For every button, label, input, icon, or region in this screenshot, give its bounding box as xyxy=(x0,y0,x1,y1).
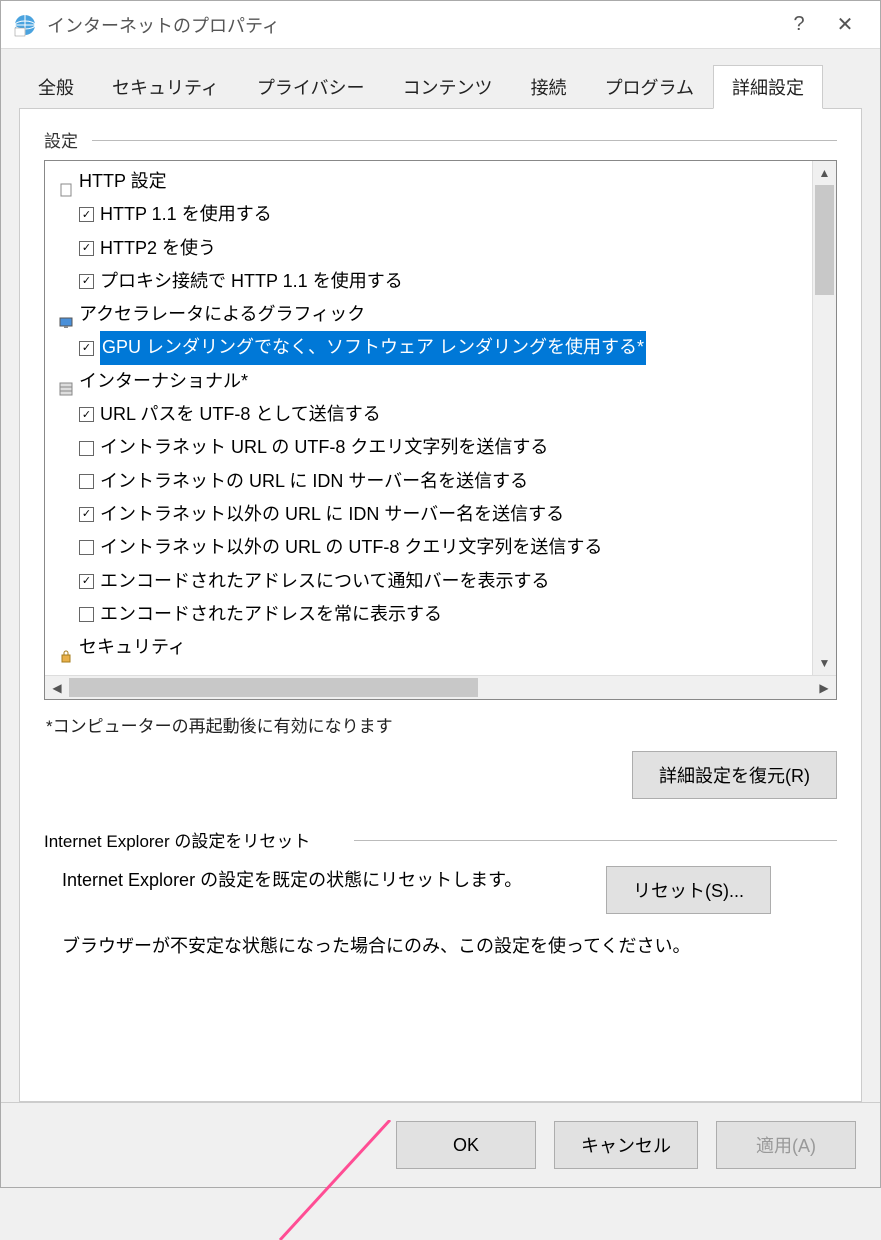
tree-item[interactable]: ✓ HTTP 1.1 を使用する xyxy=(51,198,836,231)
tree-item[interactable]: ✓ プロキシ接続で HTTP 1.1 を使用する xyxy=(51,265,836,298)
tab-3[interactable]: コンテンツ xyxy=(384,65,512,108)
tab-0[interactable]: 全般 xyxy=(19,65,93,108)
internet-properties-dialog: インターネットのプロパティ ? ✕ 全般セキュリティプライバシーコンテンツ接続プ… xyxy=(0,0,881,1188)
advanced-panel: 設定 HTTP 設定 ✓ HTTP 1.1 を使用する ✓ HTTP2 を使う ✓ プロキシ… xyxy=(19,109,862,1102)
restore-advanced-button[interactable]: 詳細設定を復元(R) xyxy=(632,751,837,799)
tree-category[interactable]: セキュリティ xyxy=(51,631,836,664)
tree-item[interactable]: ✓ HTTP2 を使う xyxy=(51,232,836,265)
internet-options-icon xyxy=(13,13,37,37)
tree-item-label: HTTP 1.1 を使用する xyxy=(100,198,272,231)
vertical-scroll-thumb[interactable] xyxy=(815,185,834,295)
tree-item[interactable]: ✓ イントラネット以外の URL に IDN サーバー名を送信する xyxy=(51,498,836,531)
tree-item-label: URL パスを UTF-8 として送信する xyxy=(100,398,381,431)
tree-item[interactable]: エンコードされたアドレスを常に表示する xyxy=(51,598,836,631)
lock-icon xyxy=(59,641,73,655)
ok-button[interactable]: OK xyxy=(396,1121,536,1169)
close-button[interactable]: ✕ xyxy=(822,12,868,37)
scroll-left-arrow[interactable]: ◀ xyxy=(45,681,69,695)
tree-item-label: エンコードされたアドレスを常に表示する xyxy=(100,598,442,631)
checkbox[interactable]: ✓ xyxy=(79,241,94,256)
scroll-down-arrow[interactable]: ▼ xyxy=(813,651,836,675)
page-icon xyxy=(59,175,73,189)
tree-item-label: エンコードされたアドレスについて通知バーを表示する xyxy=(100,565,549,598)
tree-item-label: イントラネット URL の UTF-8 クエリ文字列を送信する xyxy=(100,431,548,464)
reset-warning: ブラウザーが不安定な状態になった場合にのみ、この設定を使ってください。 xyxy=(44,932,837,961)
checkbox[interactable] xyxy=(79,607,94,622)
reset-button[interactable]: リセット(S)... xyxy=(606,866,771,914)
tab-1[interactable]: セキュリティ xyxy=(93,65,238,108)
checkbox[interactable]: ✓ xyxy=(79,341,94,356)
tab-strip: 全般セキュリティプライバシーコンテンツ接続プログラム詳細設定 xyxy=(19,65,862,109)
window-title: インターネットのプロパティ xyxy=(47,12,776,38)
help-button[interactable]: ? xyxy=(776,13,822,36)
tab-2[interactable]: プライバシー xyxy=(238,65,384,108)
checkbox[interactable] xyxy=(79,540,94,555)
settings-tree-container: HTTP 設定 ✓ HTTP 1.1 を使用する ✓ HTTP2 を使う ✓ プロキシ接続で… xyxy=(44,160,837,700)
tree-item-label: イントラネット以外の URL の UTF-8 クエリ文字列を送信する xyxy=(100,531,602,564)
settings-group-label: 設定 xyxy=(44,127,837,152)
monitor-icon xyxy=(59,308,73,322)
checkbox[interactable] xyxy=(79,441,94,456)
scroll-right-arrow[interactable]: ▶ xyxy=(812,681,836,695)
tree-category[interactable]: インターナショナル* xyxy=(51,365,836,398)
titlebar: インターネットのプロパティ ? ✕ xyxy=(1,1,880,49)
checkbox[interactable]: ✓ xyxy=(79,507,94,522)
restart-note: *コンピューターの再起動後に有効になります xyxy=(46,712,837,737)
settings-tree-scroll[interactable]: HTTP 設定 ✓ HTTP 1.1 を使用する ✓ HTTP2 を使う ✓ プロキシ接続で… xyxy=(45,161,836,675)
tree-item[interactable]: ✓ URL パスを UTF-8 として送信する xyxy=(51,398,836,431)
horizontal-scrollbar[interactable]: ◀ ▶ xyxy=(45,675,836,699)
cancel-button[interactable]: キャンセル xyxy=(554,1121,698,1169)
tree-category-label: HTTP 設定 xyxy=(79,165,167,198)
dialog-footer: OK キャンセル 適用(A) xyxy=(1,1102,880,1187)
tree-category[interactable]: アクセラレータによるグラフィック xyxy=(51,298,836,331)
tree-category-label: インターナショナル* xyxy=(79,365,248,398)
checkbox[interactable] xyxy=(79,474,94,489)
tree-item-label: プロキシ接続で HTTP 1.1 を使用する xyxy=(100,265,403,298)
checkbox[interactable]: ✓ xyxy=(79,274,94,289)
dialog-content: 全般セキュリティプライバシーコンテンツ接続プログラム詳細設定 設定 HTTP 設… xyxy=(1,49,880,1102)
tree-item[interactable]: イントラネットの URL に IDN サーバー名を送信する xyxy=(51,465,836,498)
horizontal-scroll-thumb[interactable] xyxy=(69,678,478,697)
tree-item[interactable]: ✓ GPU レンダリングでなく、ソフトウェア レンダリングを使用する* xyxy=(51,331,836,364)
scroll-up-arrow[interactable]: ▲ xyxy=(813,161,836,185)
reset-group-label: Internet Explorer の設定をリセット xyxy=(44,827,837,852)
tree-item[interactable]: イントラネット URL の UTF-8 クエリ文字列を送信する xyxy=(51,431,836,464)
tree-category[interactable]: HTTP 設定 xyxy=(51,165,836,198)
tree-item-label: GPU レンダリングでなく、ソフトウェア レンダリングを使用する* xyxy=(100,331,646,364)
vertical-scrollbar[interactable]: ▲ ▼ xyxy=(812,161,836,675)
settings-tree: HTTP 設定 ✓ HTTP 1.1 を使用する ✓ HTTP2 を使う ✓ プロキシ接続で… xyxy=(45,161,836,668)
tab-6[interactable]: 詳細設定 xyxy=(713,65,823,109)
checkbox[interactable]: ✓ xyxy=(79,407,94,422)
tree-item-label: イントラネット以外の URL に IDN サーバー名を送信する xyxy=(100,498,564,531)
checkbox[interactable]: ✓ xyxy=(79,574,94,589)
tree-item-label: HTTP2 を使う xyxy=(100,232,216,265)
globe-icon xyxy=(59,374,73,388)
tree-category-label: セキュリティ xyxy=(79,631,186,664)
reset-description: Internet Explorer の設定を既定の状態にリセットします。 xyxy=(62,866,582,895)
tree-item[interactable]: ✓ エンコードされたアドレスについて通知バーを表示する xyxy=(51,565,836,598)
tree-item-label: イントラネットの URL に IDN サーバー名を送信する xyxy=(100,465,528,498)
apply-button[interactable]: 適用(A) xyxy=(716,1121,856,1169)
tab-5[interactable]: プログラム xyxy=(586,65,713,108)
checkbox[interactable]: ✓ xyxy=(79,207,94,222)
tree-item[interactable]: イントラネット以外の URL の UTF-8 クエリ文字列を送信する xyxy=(51,531,836,564)
horizontal-scroll-track[interactable] xyxy=(69,676,812,699)
tab-4[interactable]: 接続 xyxy=(512,65,586,108)
tree-category-label: アクセラレータによるグラフィック xyxy=(79,298,365,331)
